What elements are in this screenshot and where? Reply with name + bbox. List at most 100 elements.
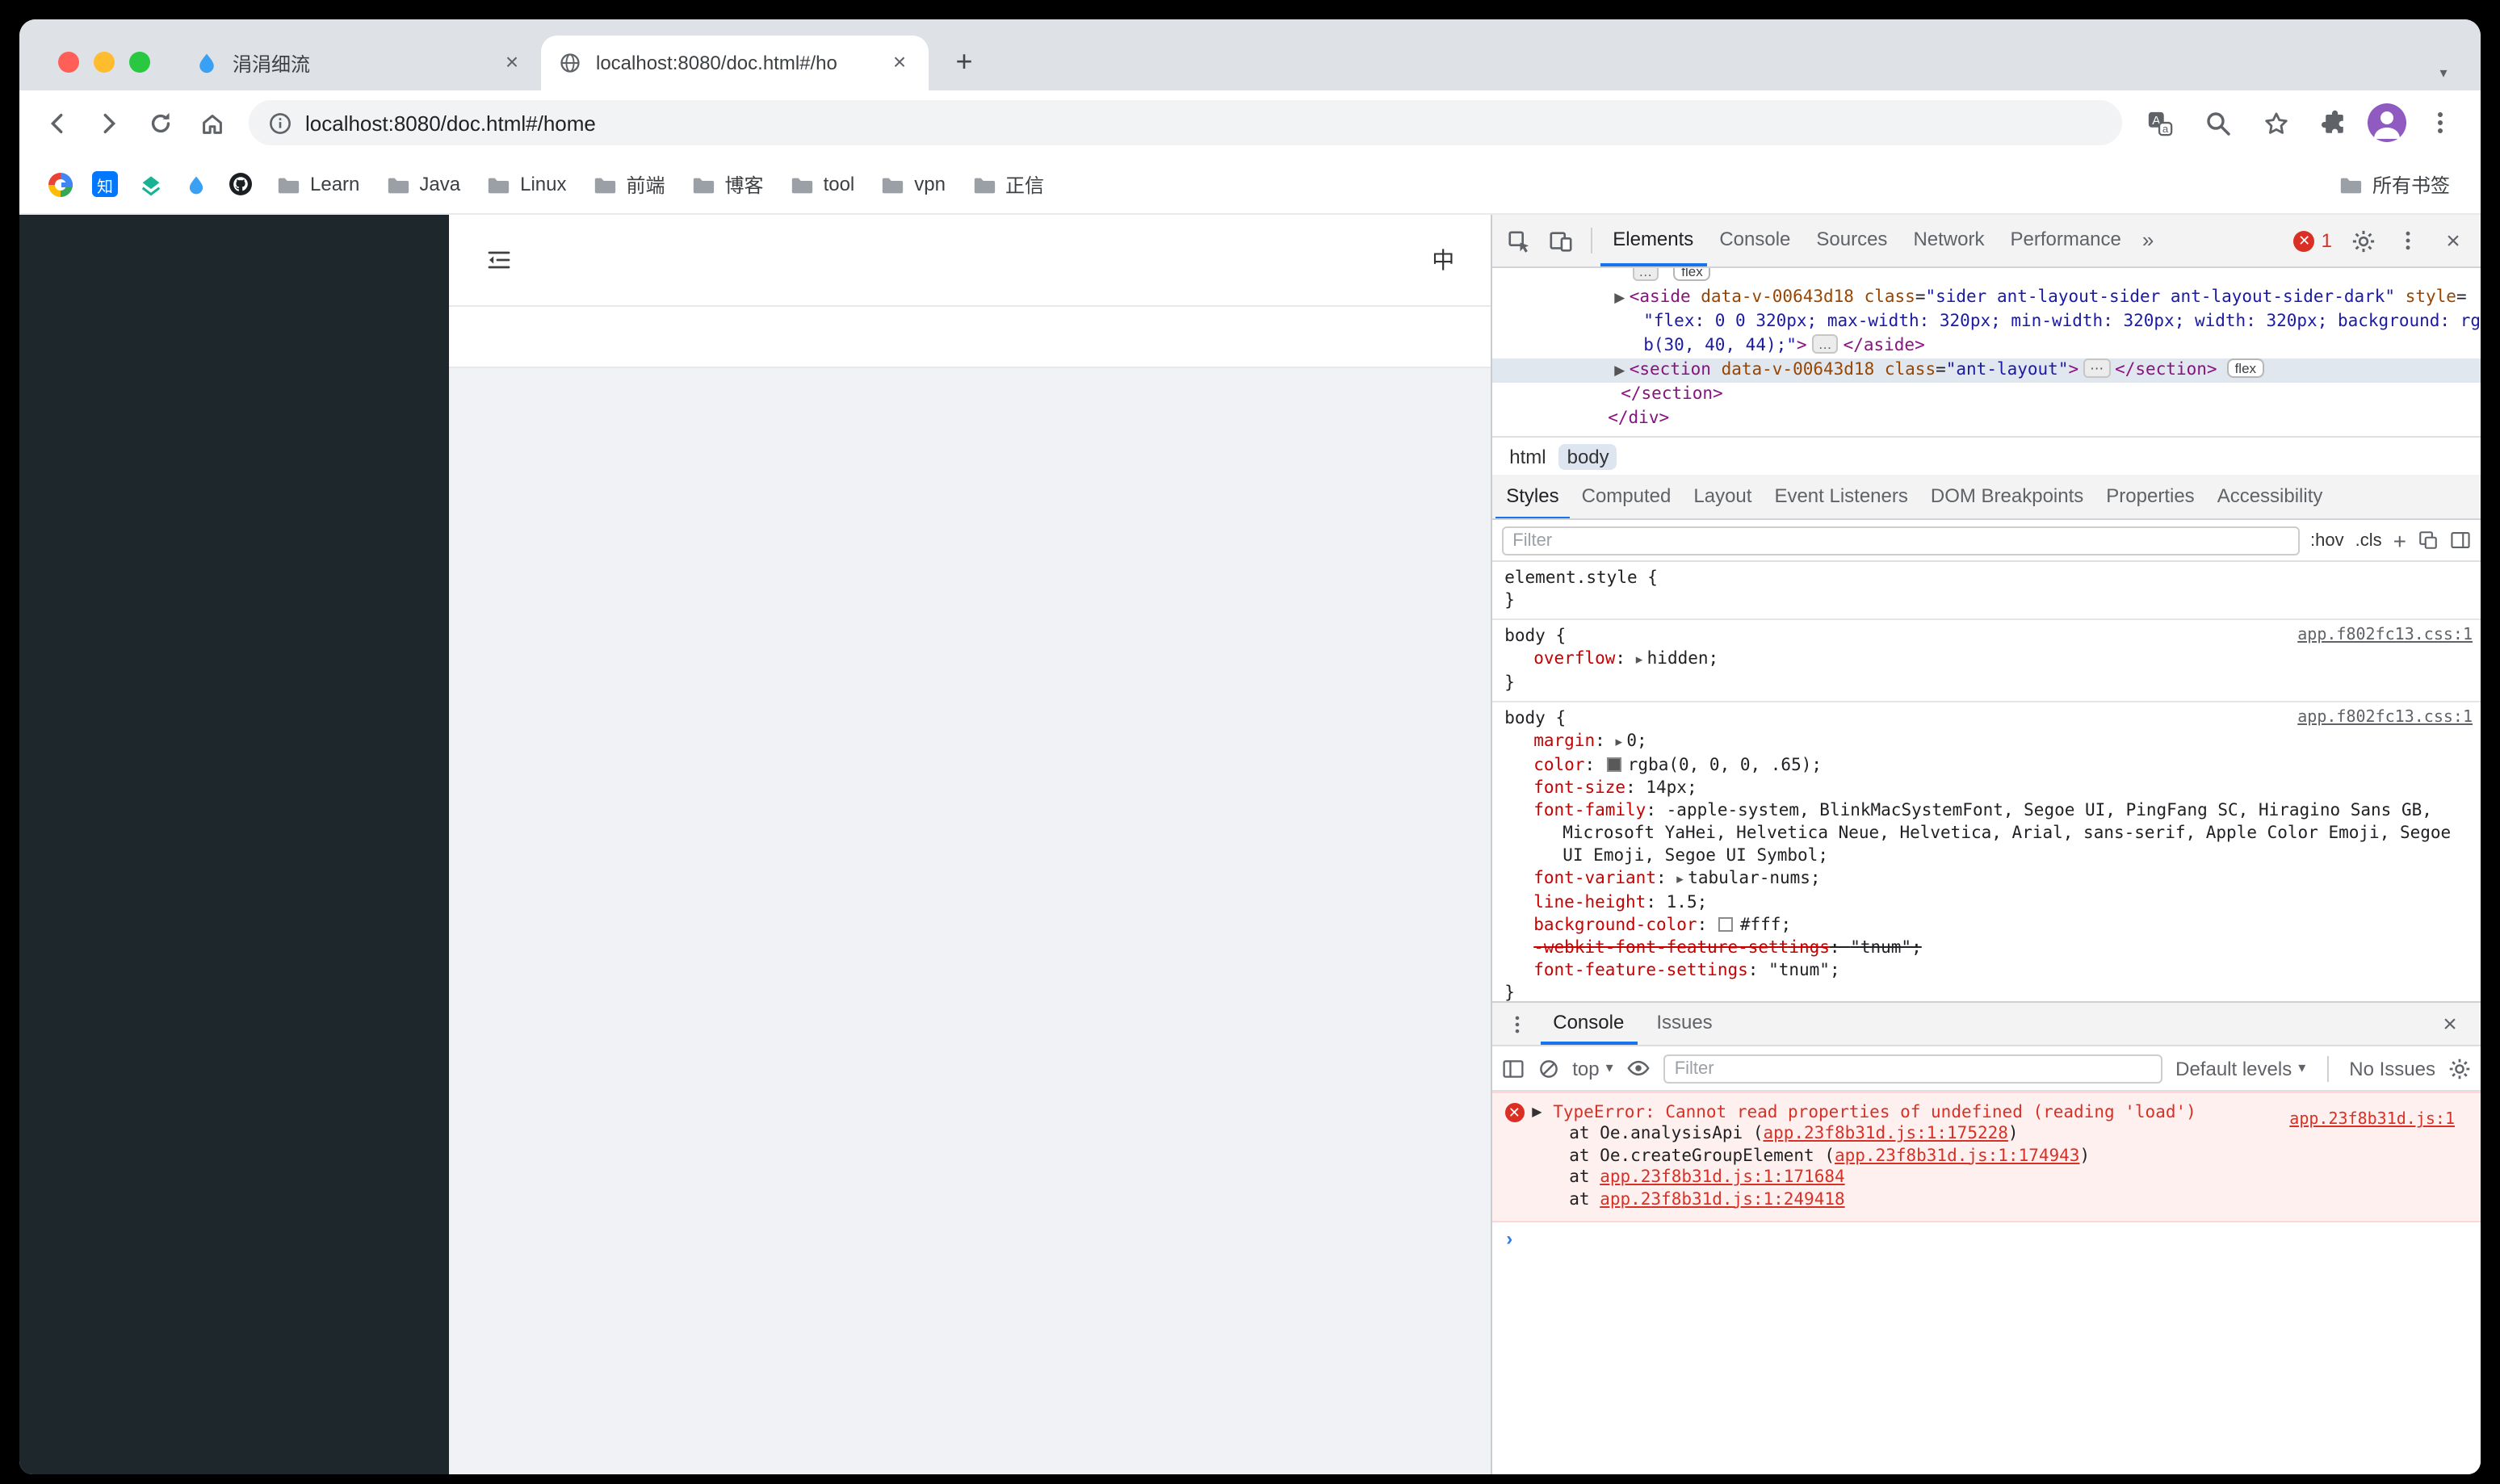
menu-fold-button[interactable] xyxy=(484,245,514,275)
sidebar-panel-icon[interactable] xyxy=(2450,530,2471,551)
tab-sources[interactable]: Sources xyxy=(1803,215,1900,266)
toggle-hover-button[interactable]: :hov xyxy=(2310,530,2344,550)
dom-node-close-section[interactable]: </section> xyxy=(1491,383,2481,407)
device-toolbar-button[interactable] xyxy=(1540,220,1582,262)
bookmark-folder-frontend[interactable]: 前端 xyxy=(581,163,677,205)
tab-elements[interactable]: Elements xyxy=(1600,215,1706,266)
new-tab-button[interactable]: + xyxy=(942,39,987,84)
site-info-icon[interactable] xyxy=(268,111,292,135)
bookmark-folder-tool[interactable]: tool xyxy=(778,163,866,205)
bookmark-folder-java[interactable]: Java xyxy=(374,163,472,205)
reload-button[interactable] xyxy=(136,99,184,147)
layers-icon[interactable] xyxy=(129,163,171,205)
tab-styles[interactable]: Styles xyxy=(1495,475,1570,519)
devtools-settings-button[interactable] xyxy=(2342,220,2384,262)
zoom-icon[interactable] xyxy=(2193,99,2242,147)
dom-node-close-div[interactable]: </div> xyxy=(1491,407,2481,431)
css-brace[interactable]: } xyxy=(1498,672,2474,694)
tab-console[interactable]: Console xyxy=(1706,215,1803,266)
css-declaration[interactable]: overflow: ▸ hidden; xyxy=(1498,648,2474,672)
close-window-button[interactable] xyxy=(58,52,79,73)
dom-tree-node[interactable]: …flex xyxy=(1491,268,2481,286)
stack-link[interactable]: app.23f8b31d.js:1:171684 xyxy=(1600,1167,1844,1187)
console-settings-icon[interactable] xyxy=(2448,1057,2471,1079)
close-tab-icon[interactable]: × xyxy=(887,50,912,76)
breadcrumb-html[interactable]: html xyxy=(1501,443,1554,469)
style-rule-body-2[interactable]: app.f802fc13.css:1 body { margin: ▸ 0; c… xyxy=(1491,702,2481,1001)
console-close-button[interactable]: × xyxy=(2429,1003,2471,1045)
expand-arrow-icon[interactable]: ▶ xyxy=(1532,1101,1542,1124)
droplet-icon[interactable] xyxy=(174,163,216,205)
back-button[interactable] xyxy=(32,99,81,147)
console-filter-input[interactable] xyxy=(1663,1054,2162,1083)
css-declaration[interactable]: line-height: 1.5; xyxy=(1498,891,2474,914)
profile-avatar[interactable] xyxy=(2368,103,2406,142)
browser-tab[interactable]: 涓涓细流 × xyxy=(178,36,541,90)
css-declaration[interactable]: margin: ▸ 0; xyxy=(1498,730,2474,754)
tab-console-drawer[interactable]: Console xyxy=(1540,1003,1637,1045)
close-tab-icon[interactable]: × xyxy=(499,50,525,76)
dom-node-aside-end[interactable]: b(30, 40, 44);">…</aside> xyxy=(1491,334,2481,358)
tab-dom-breakpoints[interactable]: DOM Breakpoints xyxy=(1919,475,2095,519)
css-brace[interactable]: } xyxy=(1498,589,2474,612)
error-source-link[interactable]: app.23f8b31d.js:1 xyxy=(2289,1109,2455,1132)
minimize-window-button[interactable] xyxy=(94,52,115,73)
bookmark-folder-blog[interactable]: 博客 xyxy=(680,163,775,205)
tab-network[interactable]: Network xyxy=(1900,215,1997,266)
more-tabs-icon[interactable]: » xyxy=(2134,215,2162,266)
css-declaration[interactable]: font-family: -apple-system, BlinkMacSyst… xyxy=(1498,799,2474,867)
console-prompt[interactable]: › xyxy=(1491,1222,2481,1255)
stack-link[interactable]: app.23f8b31d.js:1:174943 xyxy=(1835,1146,2079,1165)
styles-filter-input[interactable] xyxy=(1501,526,2299,555)
breadcrumb-body[interactable]: body xyxy=(1559,443,1617,469)
tab-accessibility[interactable]: Accessibility xyxy=(2206,475,2334,519)
bookmark-folder-learn[interactable]: Learn xyxy=(265,163,371,205)
new-style-rule-icon[interactable]: + xyxy=(2393,527,2406,553)
language-switch-button[interactable]: 中 xyxy=(1432,244,1454,276)
tab-event-listeners[interactable]: Event Listeners xyxy=(1763,475,1919,519)
stylesheet-link[interactable]: app.f802fc13.css:1 xyxy=(2297,627,2473,644)
inspect-element-button[interactable] xyxy=(1498,220,1540,262)
style-rule-body-1[interactable]: app.f802fc13.css:1 body { overflow: ▸ hi… xyxy=(1491,620,2481,702)
css-declaration[interactable]: background-color: #fff; xyxy=(1498,914,2474,937)
computed-styles-icon[interactable] xyxy=(2418,530,2439,551)
stack-link[interactable]: app.23f8b31d.js:1:175228 xyxy=(1763,1124,2007,1143)
issues-counter[interactable]: No Issues xyxy=(2349,1057,2435,1079)
console-sidebar-icon[interactable] xyxy=(1501,1057,1524,1079)
address-input[interactable] xyxy=(305,111,2103,135)
dom-node-aside-style[interactable]: "flex: 0 0 320px; max-width: 320px; min-… xyxy=(1491,310,2481,334)
address-bar[interactable] xyxy=(249,100,2122,145)
toggle-class-button[interactable]: .cls xyxy=(2355,530,2382,550)
bookmark-star-icon[interactable] xyxy=(2251,99,2300,147)
all-bookmarks-button[interactable]: 所有书签 xyxy=(2327,163,2461,205)
live-expression-eye-icon[interactable] xyxy=(1626,1056,1651,1080)
stylesheet-link[interactable]: app.f802fc13.css:1 xyxy=(2297,709,2473,727)
bookmark-folder-zhengxin[interactable]: 正信 xyxy=(960,163,1055,205)
stack-link[interactable]: app.23f8b31d.js:1:249418 xyxy=(1600,1189,1844,1209)
devtools-close-button[interactable]: × xyxy=(2432,220,2474,262)
tab-layout[interactable]: Layout xyxy=(1682,475,1763,519)
github-icon[interactable] xyxy=(220,163,262,205)
css-declaration[interactable]: font-size: 14px; xyxy=(1498,777,2474,799)
extensions-icon[interactable] xyxy=(2309,99,2358,147)
css-declaration[interactable]: -webkit-font-feature-settings: "tnum"; xyxy=(1498,937,2474,959)
log-levels-selector[interactable]: Default levels ▾ xyxy=(2175,1057,2305,1079)
google-icon[interactable] xyxy=(39,163,81,205)
css-selector[interactable]: element.style { xyxy=(1498,567,2474,589)
style-rule-element[interactable]: element.style { } xyxy=(1491,562,2481,620)
error-count-badge[interactable]: ✕1 xyxy=(2288,229,2339,252)
tab-properties[interactable]: Properties xyxy=(2095,475,2205,519)
home-button[interactable] xyxy=(187,99,236,147)
bookmark-folder-vpn[interactable]: vpn xyxy=(869,163,957,205)
zoom-window-button[interactable] xyxy=(129,52,150,73)
forward-button[interactable] xyxy=(84,99,132,147)
css-brace[interactable]: } xyxy=(1498,982,2474,1001)
bookmark-folder-linux[interactable]: Linux xyxy=(475,163,577,205)
console-context-selector[interactable]: top ▾ xyxy=(1572,1057,1613,1079)
dom-node-aside[interactable]: ▶ <aside data-v-00643d18 class="sider an… xyxy=(1491,286,2481,310)
tab-performance[interactable]: Performance xyxy=(1997,215,2133,266)
console-menu-button[interactable] xyxy=(1501,1003,1533,1045)
browser-menu-icon[interactable] xyxy=(2416,99,2464,147)
tab-issues[interactable]: Issues xyxy=(1643,1003,1725,1045)
css-declaration[interactable]: color: rgba(0, 0, 0, .65); xyxy=(1498,754,2474,777)
